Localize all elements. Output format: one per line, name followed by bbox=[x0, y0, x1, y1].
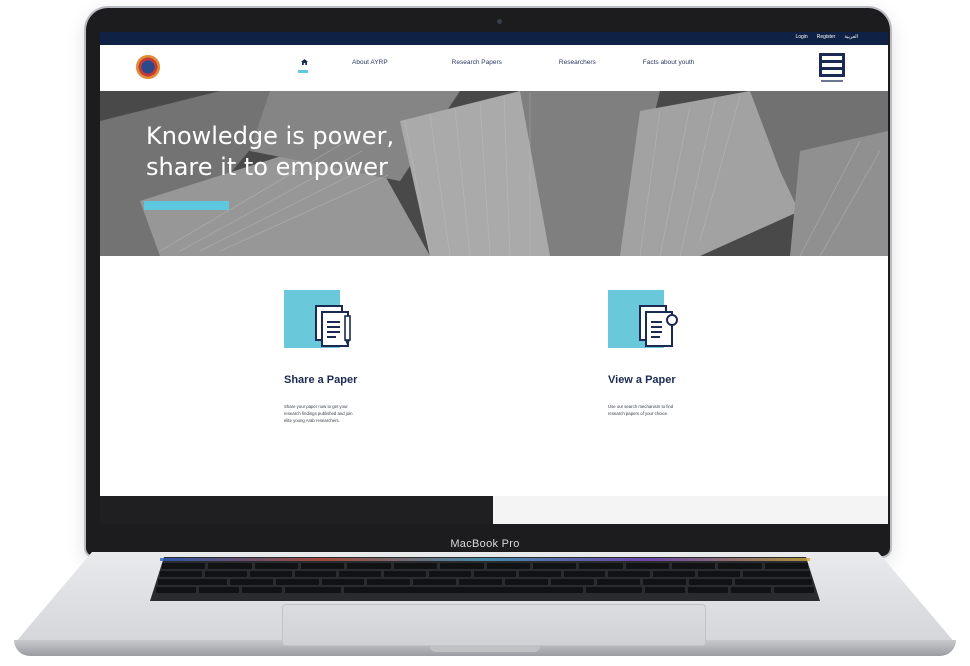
share-paper-title[interactable]: Share a Paper bbox=[284, 374, 357, 386]
lid-opening-notch bbox=[430, 646, 540, 652]
key-row bbox=[158, 579, 813, 585]
camera-icon bbox=[497, 19, 502, 24]
nav-home[interactable] bbox=[298, 59, 310, 73]
top-links: Login Register العربية bbox=[795, 34, 858, 40]
document-search-icon bbox=[639, 305, 678, 347]
nav-facts-about-youth[interactable]: Facts about youth bbox=[643, 59, 695, 66]
next-section-light bbox=[493, 496, 888, 524]
hero-banner: Knowledge is power, share it to empower bbox=[100, 91, 888, 256]
active-nav-indicator bbox=[298, 70, 308, 73]
ayrp-logo[interactable] bbox=[136, 55, 160, 79]
next-section-dark bbox=[100, 496, 493, 524]
key-rows bbox=[156, 561, 814, 597]
key-row bbox=[156, 587, 814, 593]
hero-accent-bar bbox=[144, 201, 229, 210]
key-row bbox=[162, 563, 809, 569]
language-link[interactable]: العربية bbox=[844, 34, 858, 40]
arab-youth-logo[interactable] bbox=[817, 51, 847, 85]
hero-title-line-1: Knowledge is power, bbox=[146, 122, 395, 150]
register-link[interactable]: Register bbox=[817, 34, 836, 40]
login-link[interactable]: Login bbox=[795, 34, 807, 40]
hero-title-line-2: share it to empower bbox=[146, 153, 388, 181]
view-paper-title[interactable]: View a Paper bbox=[608, 374, 676, 386]
site-header: About AYRP Research Papers Researchers F… bbox=[100, 45, 888, 91]
key-row bbox=[160, 571, 810, 577]
top-bar: Login Register العربية bbox=[100, 32, 888, 45]
share-paper-description: Share your paper now to get your researc… bbox=[284, 404, 353, 424]
main-nav: About AYRP Research Papers Researchers F… bbox=[298, 59, 695, 73]
nav-about-ayrp[interactable]: About AYRP bbox=[352, 59, 388, 66]
device-label: MacBook Pro bbox=[450, 538, 520, 550]
nav-research-papers[interactable]: Research Papers bbox=[452, 59, 502, 66]
hero-title: Knowledge is power, share it to empower bbox=[146, 121, 394, 183]
trackpad bbox=[282, 604, 706, 646]
nav-researchers[interactable]: Researchers bbox=[559, 59, 596, 66]
view-paper-description: Use our search mechanism to find researc… bbox=[608, 404, 674, 417]
screen: Login Register العربية About AYRP Resear… bbox=[100, 32, 888, 524]
laptop: Login Register العربية About AYRP Resear… bbox=[0, 0, 970, 666]
document-pen-icon bbox=[315, 305, 351, 347]
home-icon bbox=[300, 59, 308, 65]
